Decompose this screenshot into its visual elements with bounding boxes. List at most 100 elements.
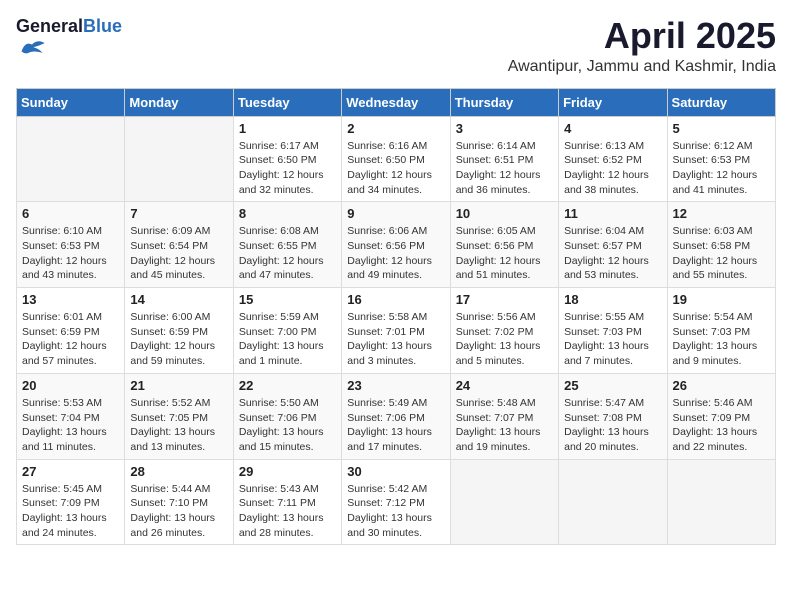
day-info: Sunrise: 6:00 AM Sunset: 6:59 PM Dayligh… <box>130 310 227 369</box>
calendar-cell: 20Sunrise: 5:53 AM Sunset: 7:04 PM Dayli… <box>17 373 125 459</box>
logo-bird-icon <box>18 37 46 59</box>
day-number: 26 <box>673 378 770 393</box>
calendar-cell: 12Sunrise: 6:03 AM Sunset: 6:58 PM Dayli… <box>667 202 775 288</box>
calendar-cell: 8 Sunrise: 6:08 AM Sunset: 6:55 PM Daylig… <box>233 202 341 288</box>
day-info: Sunrise: 6:16 AM Sunset: 6:50 PM Dayligh… <box>347 139 444 198</box>
weekday-header-monday: Monday <box>125 88 233 116</box>
day-number: 16 <box>347 292 444 307</box>
day-info: Sunrise: 6:06 AM Sunset: 6:56 PM Dayligh… <box>347 224 444 283</box>
month-title: April 2025 <box>508 16 776 56</box>
day-number: 13 <box>22 292 119 307</box>
day-info: Sunrise: 5:55 AM Sunset: 7:03 PM Dayligh… <box>564 310 661 369</box>
calendar-cell <box>125 116 233 202</box>
day-info: Sunrise: 5:43 AM Sunset: 7:11 PM Dayligh… <box>239 482 336 541</box>
weekday-header-sunday: Sunday <box>17 88 125 116</box>
day-info: Sunrise: 5:50 AM Sunset: 7:06 PM Dayligh… <box>239 396 336 455</box>
day-number: 14 <box>130 292 227 307</box>
calendar-cell <box>559 459 667 545</box>
day-number: 19 <box>673 292 770 307</box>
day-info: Sunrise: 6:04 AM Sunset: 6:57 PM Dayligh… <box>564 224 661 283</box>
day-number: 4 <box>564 121 661 136</box>
calendar-cell: 18 Sunrise: 5:55 AM Sunset: 7:03 PM Dayli… <box>559 288 667 374</box>
day-info: Sunrise: 5:52 AM Sunset: 7:05 PM Dayligh… <box>130 396 227 455</box>
day-info: Sunrise: 6:08 AM Sunset: 6:55 PM Dayligh… <box>239 224 336 283</box>
day-number: 25 <box>564 378 661 393</box>
logo-blue: Blue <box>83 16 122 36</box>
day-info: Sunrise: 6:05 AM Sunset: 6:56 PM Dayligh… <box>456 224 553 283</box>
location-title: Awantipur, Jammu and Kashmir, India <box>508 58 776 76</box>
day-info: Sunrise: 6:12 AM Sunset: 6:53 PM Dayligh… <box>673 139 770 198</box>
day-number: 29 <box>239 464 336 479</box>
day-info: Sunrise: 6:09 AM Sunset: 6:54 PM Dayligh… <box>130 224 227 283</box>
day-info: Sunrise: 5:58 AM Sunset: 7:01 PM Dayligh… <box>347 310 444 369</box>
day-info: Sunrise: 6:13 AM Sunset: 6:52 PM Dayligh… <box>564 139 661 198</box>
day-number: 9 <box>347 206 444 221</box>
calendar-table: SundayMondayTuesdayWednesdayThursdayFrid… <box>16 88 776 546</box>
calendar-cell: 10Sunrise: 6:05 AM Sunset: 6:56 PM Dayli… <box>450 202 558 288</box>
day-number: 18 <box>564 292 661 307</box>
day-number: 27 <box>22 464 119 479</box>
calendar-cell: 15 Sunrise: 5:59 AM Sunset: 7:00 PM Dayli… <box>233 288 341 374</box>
logo: GeneralBlue <box>16 16 122 64</box>
day-info: Sunrise: 6:10 AM Sunset: 6:53 PM Dayligh… <box>22 224 119 283</box>
day-number: 24 <box>456 378 553 393</box>
calendar-cell <box>450 459 558 545</box>
weekday-header-friday: Friday <box>559 88 667 116</box>
day-number: 15 <box>239 292 336 307</box>
calendar-cell: 2 Sunrise: 6:16 AM Sunset: 6:50 PM Daylig… <box>342 116 450 202</box>
calendar-cell: 17Sunrise: 5:56 AM Sunset: 7:02 PM Dayli… <box>450 288 558 374</box>
calendar-cell: 26 Sunrise: 5:46 AM Sunset: 7:09 PM Dayli… <box>667 373 775 459</box>
day-number: 8 <box>239 206 336 221</box>
day-number: 6 <box>22 206 119 221</box>
calendar-cell: 7 Sunrise: 6:09 AM Sunset: 6:54 PM Daylig… <box>125 202 233 288</box>
calendar-cell: 11 Sunrise: 6:04 AM Sunset: 6:57 PM Dayli… <box>559 202 667 288</box>
day-info: Sunrise: 5:44 AM Sunset: 7:10 PM Dayligh… <box>130 482 227 541</box>
calendar-cell: 1Sunrise: 6:17 AM Sunset: 6:50 PM Daylig… <box>233 116 341 202</box>
weekday-header-row: SundayMondayTuesdayWednesdayThursdayFrid… <box>17 88 776 116</box>
day-info: Sunrise: 5:45 AM Sunset: 7:09 PM Dayligh… <box>22 482 119 541</box>
logo-general: General <box>16 16 83 36</box>
day-number: 22 <box>239 378 336 393</box>
calendar-week-5: 27 Sunrise: 5:45 AM Sunset: 7:09 PM Dayli… <box>17 459 776 545</box>
day-info: Sunrise: 6:14 AM Sunset: 6:51 PM Dayligh… <box>456 139 553 198</box>
calendar-cell: 14 Sunrise: 6:00 AM Sunset: 6:59 PM Dayli… <box>125 288 233 374</box>
calendar-cell: 22 Sunrise: 5:50 AM Sunset: 7:06 PM Dayli… <box>233 373 341 459</box>
calendar-cell: 30Sunrise: 5:42 AM Sunset: 7:12 PM Dayli… <box>342 459 450 545</box>
day-info: Sunrise: 5:47 AM Sunset: 7:08 PM Dayligh… <box>564 396 661 455</box>
calendar-cell: 9 Sunrise: 6:06 AM Sunset: 6:56 PM Daylig… <box>342 202 450 288</box>
calendar-cell <box>17 116 125 202</box>
header: GeneralBlue April 2025 Awantipur, Jammu … <box>16 16 776 76</box>
day-number: 1 <box>239 121 336 136</box>
calendar-week-2: 6 Sunrise: 6:10 AM Sunset: 6:53 PM Daylig… <box>17 202 776 288</box>
calendar-cell: 28Sunrise: 5:44 AM Sunset: 7:10 PM Dayli… <box>125 459 233 545</box>
weekday-header-thursday: Thursday <box>450 88 558 116</box>
day-info: Sunrise: 5:59 AM Sunset: 7:00 PM Dayligh… <box>239 310 336 369</box>
day-number: 7 <box>130 206 227 221</box>
calendar-cell: 19 Sunrise: 5:54 AM Sunset: 7:03 PM Dayli… <box>667 288 775 374</box>
day-info: Sunrise: 5:48 AM Sunset: 7:07 PM Dayligh… <box>456 396 553 455</box>
day-info: Sunrise: 5:42 AM Sunset: 7:12 PM Dayligh… <box>347 482 444 541</box>
day-number: 11 <box>564 206 661 221</box>
calendar-week-1: 1Sunrise: 6:17 AM Sunset: 6:50 PM Daylig… <box>17 116 776 202</box>
calendar-cell <box>667 459 775 545</box>
day-info: Sunrise: 5:53 AM Sunset: 7:04 PM Dayligh… <box>22 396 119 455</box>
day-info: Sunrise: 5:46 AM Sunset: 7:09 PM Dayligh… <box>673 396 770 455</box>
calendar-week-4: 20Sunrise: 5:53 AM Sunset: 7:04 PM Dayli… <box>17 373 776 459</box>
day-number: 5 <box>673 121 770 136</box>
calendar-cell: 13Sunrise: 6:01 AM Sunset: 6:59 PM Dayli… <box>17 288 125 374</box>
day-number: 2 <box>347 121 444 136</box>
weekday-header-tuesday: Tuesday <box>233 88 341 116</box>
calendar-cell: 24 Sunrise: 5:48 AM Sunset: 7:07 PM Dayli… <box>450 373 558 459</box>
day-number: 17 <box>456 292 553 307</box>
weekday-header-saturday: Saturday <box>667 88 775 116</box>
calendar-cell: 25 Sunrise: 5:47 AM Sunset: 7:08 PM Dayli… <box>559 373 667 459</box>
title-area: April 2025 Awantipur, Jammu and Kashmir,… <box>508 16 776 76</box>
calendar-week-3: 13Sunrise: 6:01 AM Sunset: 6:59 PM Dayli… <box>17 288 776 374</box>
day-info: Sunrise: 5:54 AM Sunset: 7:03 PM Dayligh… <box>673 310 770 369</box>
day-number: 12 <box>673 206 770 221</box>
calendar-cell: 3 Sunrise: 6:14 AM Sunset: 6:51 PM Daylig… <box>450 116 558 202</box>
day-number: 3 <box>456 121 553 136</box>
calendar-cell: 4 Sunrise: 6:13 AM Sunset: 6:52 PM Daylig… <box>559 116 667 202</box>
calendar-cell: 29 Sunrise: 5:43 AM Sunset: 7:11 PM Dayli… <box>233 459 341 545</box>
calendar-cell: 23Sunrise: 5:49 AM Sunset: 7:06 PM Dayli… <box>342 373 450 459</box>
